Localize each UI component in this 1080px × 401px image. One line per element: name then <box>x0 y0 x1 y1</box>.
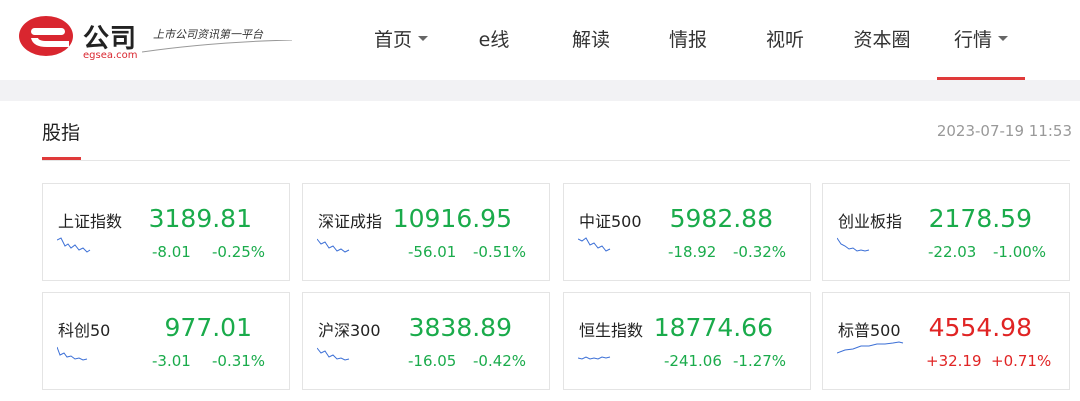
nav-item-intel[interactable]: 情报 <box>668 0 708 80</box>
sparkline-icon <box>57 346 88 361</box>
nav-item-video[interactable]: 视听 <box>765 0 805 80</box>
nav-item-label: 解读 <box>571 29 610 51</box>
nav-item-label: 首页 <box>373 29 412 51</box>
nav-item-capital[interactable]: 资本圈 <box>852 0 912 80</box>
nav-item-home[interactable]: 首页 <box>372 0 430 80</box>
update-timestamp: 2023-07-19 11:53 <box>936 122 1072 140</box>
index-price: 3189.81 <box>148 204 252 233</box>
index-change: -22.03 <box>928 243 977 261</box>
nav-item-analysis[interactable]: 解读 <box>571 0 611 80</box>
index-change-percent: -1.00% <box>993 243 1047 261</box>
index-change: -16.05 <box>408 352 457 370</box>
index-card[interactable]: 中证500 5982.88 -18.92 -0.32% <box>563 183 811 281</box>
index-change-percent: -0.51% <box>473 243 527 261</box>
nav-item-label: 视听 <box>765 29 804 51</box>
index-change: -3.01 <box>152 352 191 370</box>
site-logo[interactable]: 公司 上市公司资讯第一平台 egsea.com <box>17 14 292 64</box>
sparkline-icon <box>317 347 350 361</box>
index-price: 5982.88 <box>669 204 773 233</box>
index-change-percent: -0.31% <box>212 352 266 370</box>
logo-url: egsea.com <box>83 50 138 61</box>
index-change: +32.19 <box>926 352 982 370</box>
index-price: 10916.95 <box>392 204 512 233</box>
index-change: -18.92 <box>668 243 717 261</box>
nav-item-label: e线 <box>478 29 510 51</box>
index-change-percent: -0.32% <box>733 243 787 261</box>
section-title: 股指 <box>42 122 81 144</box>
index-card[interactable]: 上证指数 3189.81 -8.01 -0.25% <box>42 183 290 281</box>
index-change: -241.06 <box>664 352 722 370</box>
section-divider <box>42 160 1070 161</box>
index-change-percent: -0.25% <box>212 243 266 261</box>
index-card[interactable]: 深证成指 10916.95 -56.01 -0.51% <box>302 183 550 281</box>
chevron-down-icon <box>998 36 1008 41</box>
index-change: -56.01 <box>408 243 457 261</box>
chevron-down-icon <box>418 36 428 41</box>
nav-item-label: 行情 <box>953 29 992 51</box>
sparkline-icon <box>837 341 904 354</box>
logo-swoosh-icon <box>142 40 292 53</box>
sparkline-icon <box>578 356 611 360</box>
index-card[interactable]: 科创50 977.01 -3.01 -0.31% <box>42 292 290 390</box>
sparkline-icon <box>57 237 91 253</box>
index-price: 3838.89 <box>408 313 512 342</box>
index-price: 977.01 <box>164 313 252 342</box>
site-header: 公司 上市公司资讯第一平台 egsea.com 首页 e线 解读 情报 视听 资… <box>0 0 1080 80</box>
sparkline-icon <box>837 237 870 252</box>
index-card[interactable]: 创业板指 2178.59 -22.03 -1.00% <box>822 183 1070 281</box>
header-divider-band <box>0 80 1080 101</box>
index-change-percent: +0.71% <box>991 352 1052 370</box>
logo-e-icon <box>19 16 73 56</box>
index-change-percent: -1.27% <box>733 352 787 370</box>
index-card[interactable]: 恒生指数 18774.66 -241.06 -1.27% <box>563 292 811 390</box>
index-change-percent: -0.42% <box>473 352 527 370</box>
nav-item-market[interactable]: 行情 <box>937 0 1025 80</box>
index-change: -8.01 <box>152 243 191 261</box>
index-price: 18774.66 <box>653 313 773 342</box>
nav-item-label: 情报 <box>668 29 707 51</box>
index-price: 2178.59 <box>928 204 1032 233</box>
nav-item-e-line[interactable]: e线 <box>478 0 510 80</box>
sparkline-icon <box>317 238 350 253</box>
index-card[interactable]: 标普500 4554.98 +32.19 +0.71% <box>822 292 1070 390</box>
index-card[interactable]: 沪深300 3838.89 -16.05 -0.42% <box>302 292 550 390</box>
nav-item-label: 资本圈 <box>853 29 911 51</box>
sparkline-icon <box>578 237 611 252</box>
